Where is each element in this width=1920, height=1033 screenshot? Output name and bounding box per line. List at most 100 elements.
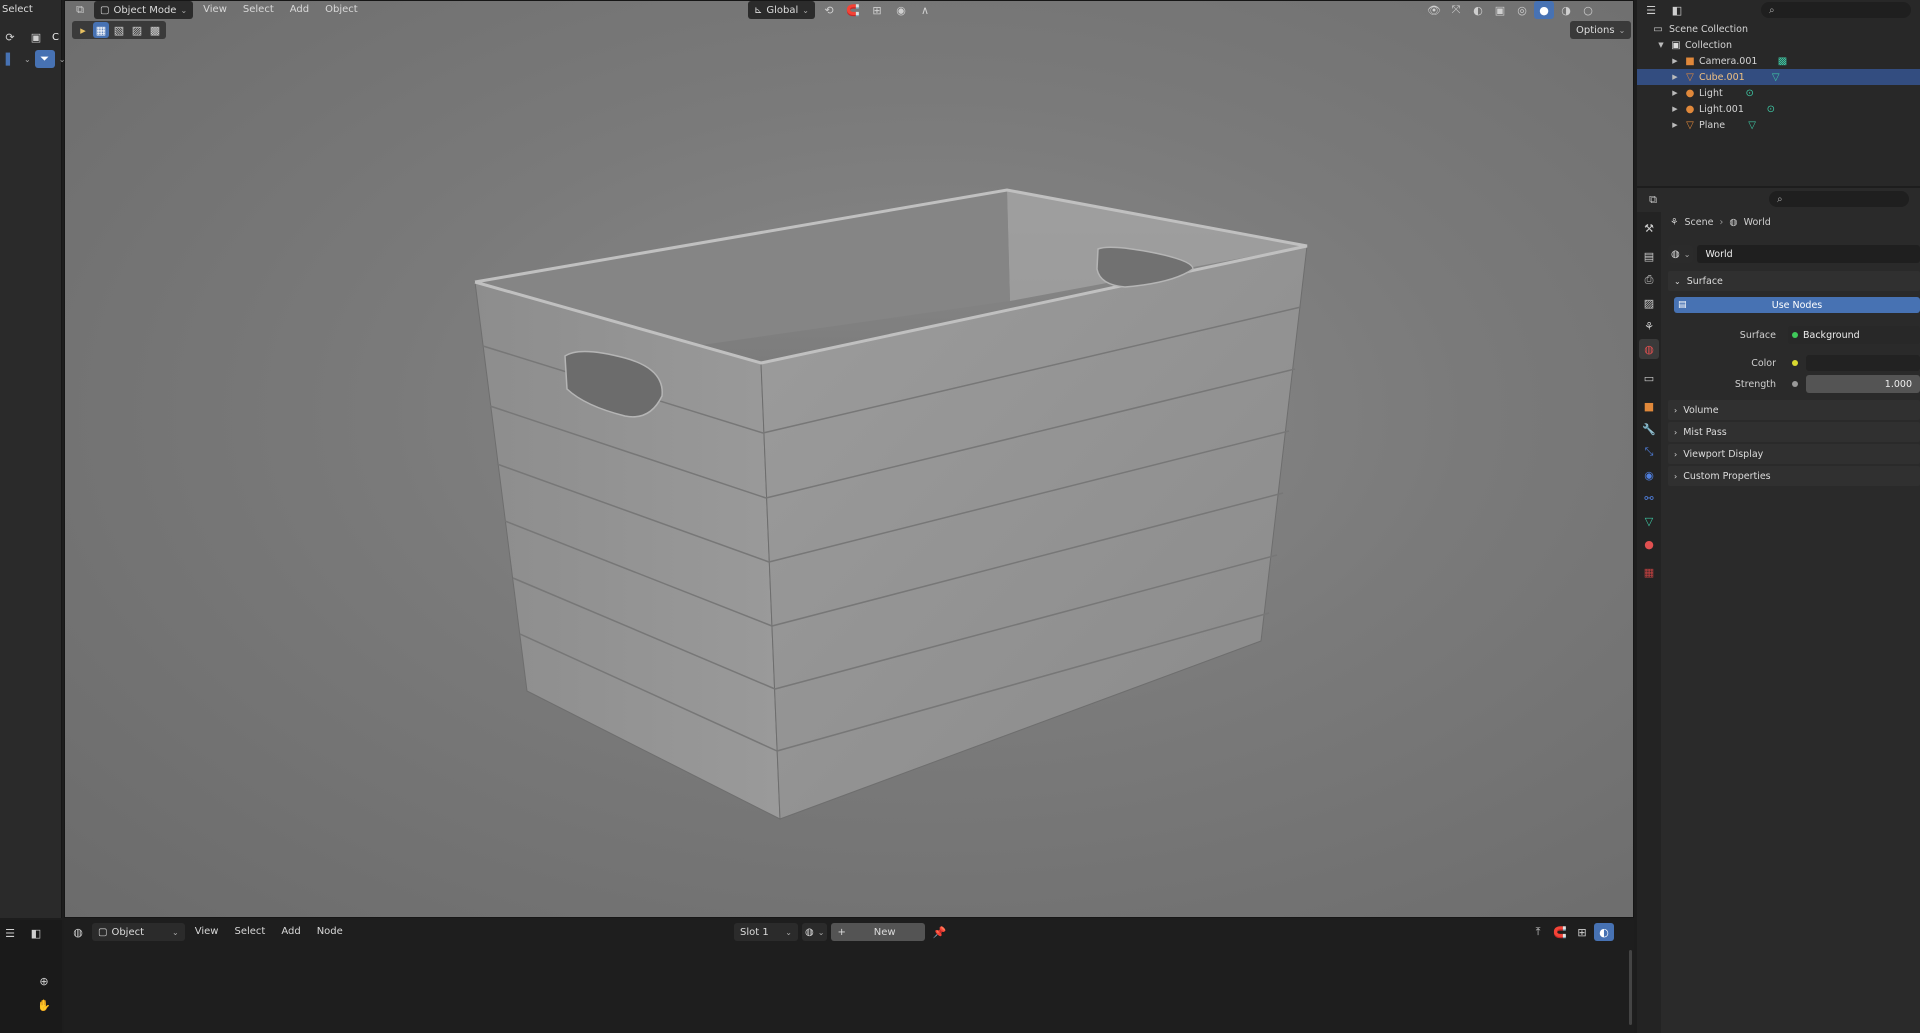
select-label[interactable]: Select	[2, 4, 33, 15]
texture-tab-icon[interactable]: ▦	[1639, 562, 1659, 582]
menu-add[interactable]: Add	[275, 923, 306, 941]
gizmo-icon[interactable]: ⤧	[1446, 1, 1466, 19]
collection-tab-icon[interactable]: ▭	[1639, 368, 1659, 388]
expand-triangle-icon[interactable]: ▶	[1669, 57, 1681, 65]
world-name-field[interactable]: World	[1697, 245, 1920, 263]
view-layer-tab-icon[interactable]: ▨	[1639, 293, 1659, 313]
chevron-down-icon[interactable]: ⌄	[24, 55, 31, 64]
select-box-icon[interactable]: ▌	[0, 50, 20, 68]
solid-shading-icon[interactable]: ●	[1534, 1, 1554, 19]
viewport-display-panel-header[interactable]: › Viewport Display	[1668, 444, 1920, 464]
world-tab-icon[interactable]: ◍	[1639, 339, 1659, 359]
pan-hand-icon[interactable]: ✋	[34, 996, 54, 1014]
xray-icon[interactable]: ▣	[1490, 1, 1510, 19]
overlay-icon[interactable]: ◐	[1468, 1, 1488, 19]
menu-node[interactable]: Node	[311, 923, 349, 941]
menu-view[interactable]: View	[197, 1, 233, 19]
node-mode-dropdown[interactable]: ▢ Object ⌄	[92, 923, 185, 941]
snap-icon[interactable]: 🧲	[1550, 923, 1570, 941]
visibility-icon[interactable]: 👁	[1424, 1, 1444, 19]
menu-add[interactable]: Add	[284, 1, 315, 19]
outliner-item-cube[interactable]: ▶ ▽ Cube.001 ▽	[1637, 69, 1920, 85]
tool-tab-icon[interactable]: ⚒	[1639, 218, 1659, 238]
mist-pass-panel-header[interactable]: › Mist Pass	[1668, 422, 1920, 442]
editor-type-icon[interactable]: ⧉	[1643, 191, 1663, 209]
scene-tab-icon[interactable]: ⚘	[1639, 316, 1659, 336]
menu-select[interactable]: Select	[228, 923, 271, 941]
options-dropdown[interactable]: Options ⌄	[1570, 21, 1632, 39]
mode-dropdown[interactable]: ▢ Object Mode ⌄	[94, 1, 194, 19]
material-shading-icon[interactable]: ◑	[1556, 1, 1576, 19]
strength-field[interactable]: 1.000	[1806, 375, 1920, 393]
zoom-icon[interactable]: ⊕	[34, 972, 54, 990]
output-tab-icon[interactable]: ⎙	[1639, 270, 1659, 290]
pin-icon[interactable]: 📌	[929, 923, 949, 941]
new-material-button[interactable]: + New	[831, 923, 926, 941]
snap-mode-icon[interactable]: ⊞	[1572, 923, 1592, 941]
outliner-item-camera[interactable]: ▶ ■ Camera.001 ▩	[1637, 53, 1920, 69]
menu-select[interactable]: Select	[237, 1, 280, 19]
snap-icon[interactable]: 🧲	[843, 1, 863, 19]
use-nodes-button[interactable]: ▤ Use Nodes	[1674, 297, 1920, 313]
physics-tab-icon[interactable]: ◉	[1639, 465, 1659, 485]
object-icon[interactable]: ▣	[26, 28, 46, 46]
slot-dropdown[interactable]: Slot 1 ⌄	[734, 923, 798, 941]
surface-panel-header[interactable]: ⌄ Surface	[1668, 271, 1920, 291]
volume-panel-header[interactable]: › Volume	[1668, 400, 1920, 420]
color-socket-icon[interactable]	[1792, 360, 1798, 366]
falloff-icon[interactable]: ∧	[915, 1, 935, 19]
pivot-icon[interactable]: ⟲	[819, 1, 839, 19]
parent-node-icon[interactable]: ⤒	[1528, 923, 1548, 941]
shader-node-editor[interactable]: ◍ ▢ Object ⌄ View Select Add Node Slot 1…	[64, 920, 1634, 1033]
collection-row[interactable]: ▼ ▣ Collection	[1637, 37, 1920, 53]
sidebar-toggle-icon[interactable]: ◧	[26, 924, 46, 942]
3d-viewport[interactable]	[64, 0, 1634, 918]
outliner-item-plane[interactable]: ▶ ▽ Plane ▽	[1637, 117, 1920, 133]
node-editor-scrollbar[interactable]	[1629, 950, 1632, 1025]
outliner-item-light[interactable]: ▶ ● Light ⊙	[1637, 85, 1920, 101]
expand-triangle-icon[interactable]: ▶	[1669, 121, 1681, 129]
render-tab-icon[interactable]: ▤	[1639, 246, 1659, 266]
filter-icon[interactable]: ⏷	[34, 50, 55, 68]
light-data-icon[interactable]: ⊙	[1764, 104, 1778, 115]
mesh-data-icon[interactable]: ▽	[1769, 72, 1783, 83]
camera-data-icon[interactable]: ▩	[1775, 56, 1789, 67]
breadcrumb-scene[interactable]: Scene	[1685, 217, 1714, 228]
expand-triangle-icon[interactable]: ▼	[1655, 41, 1667, 49]
snap-target-icon[interactable]: ⊞	[867, 1, 887, 19]
value-socket-icon[interactable]	[1792, 381, 1798, 387]
editor-type-icon[interactable]: ◍	[68, 923, 88, 941]
display-mode-icon[interactable]: ◧	[1667, 1, 1687, 19]
menu-object[interactable]: Object	[319, 1, 364, 19]
expand-triangle-icon[interactable]: ▶	[1669, 89, 1681, 97]
object-tab-icon[interactable]: ■	[1639, 396, 1659, 416]
select-subtract-icon[interactable]: ▨	[129, 22, 145, 38]
select-new-icon[interactable]: ▦	[93, 22, 109, 38]
menu-icon[interactable]: ☰	[0, 924, 20, 942]
modifier-tab-icon[interactable]: 🔧	[1639, 419, 1659, 439]
color-swatch[interactable]	[1806, 355, 1920, 371]
editor-type-icon[interactable]: ⧉	[70, 1, 90, 19]
outliner-search-input[interactable]: ⌕	[1761, 2, 1911, 18]
rendered-shading-icon[interactable]: ○	[1578, 1, 1598, 19]
cursor-tool-icon[interactable]: ▸	[75, 22, 91, 38]
crate-model[interactable]	[65, 1, 1634, 918]
proportional-edit-icon[interactable]: ◉	[891, 1, 911, 19]
orientation-dropdown[interactable]: ⊾ Global ⌄	[748, 1, 815, 19]
surface-shader-field[interactable]: Background	[1788, 326, 1920, 344]
select-extend-icon[interactable]: ▧	[111, 22, 127, 38]
breadcrumb-world[interactable]: World	[1744, 217, 1771, 228]
outliner-item-light-001[interactable]: ▶ ● Light.001 ⊙	[1637, 101, 1920, 117]
scene-collection-row[interactable]: ▭ Scene Collection	[1637, 21, 1920, 37]
light-data-icon[interactable]: ⊙	[1743, 88, 1757, 99]
editor-type-icon[interactable]: ☰	[1641, 1, 1661, 19]
overlay-icon[interactable]: ◐	[1594, 923, 1614, 941]
data-tab-icon[interactable]: ▽	[1639, 511, 1659, 531]
expand-triangle-icon[interactable]: ▶	[1669, 73, 1681, 81]
custom-properties-panel-header[interactable]: › Custom Properties	[1668, 466, 1920, 486]
expand-triangle-icon[interactable]: ▶	[1669, 105, 1681, 113]
properties-search-input[interactable]: ⌕	[1769, 191, 1909, 207]
menu-view[interactable]: View	[189, 923, 225, 941]
mesh-data-icon[interactable]: ▽	[1745, 120, 1759, 131]
constraints-tab-icon[interactable]: ⚯	[1639, 488, 1659, 508]
